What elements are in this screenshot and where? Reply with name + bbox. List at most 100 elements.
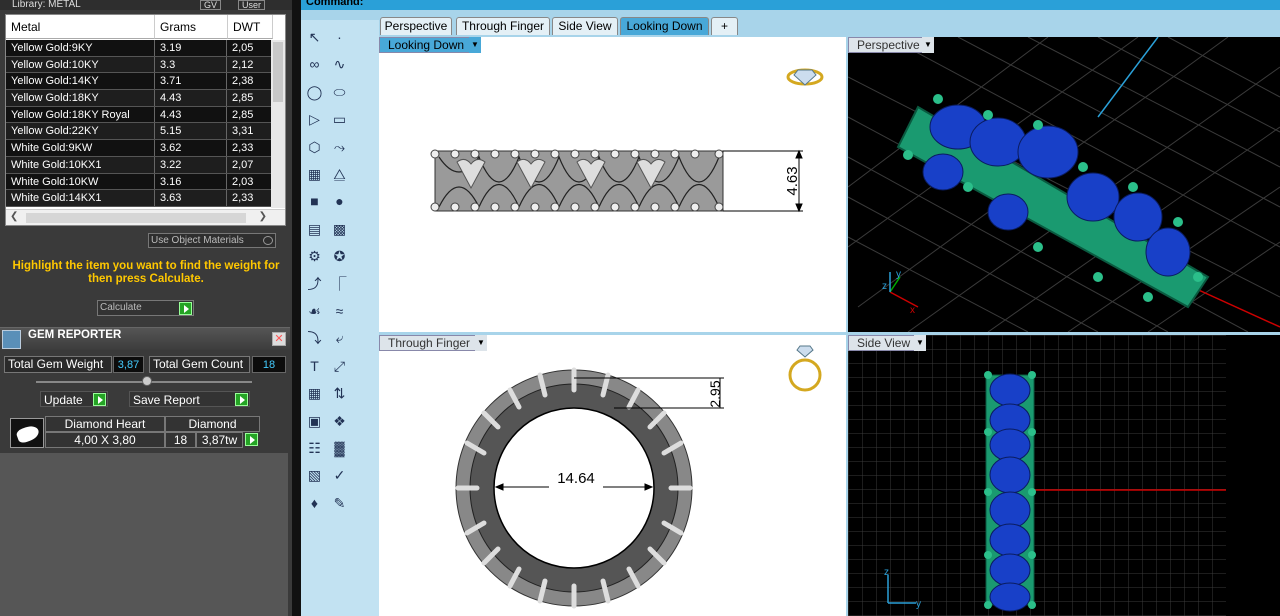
total-gem-weight-value: 3,87 xyxy=(113,356,144,373)
metal-table[interactable]: Metal Grams DWT Yellow Gold:9KY 3.19 2,05 Y… xyxy=(5,14,286,226)
play-icon[interactable] xyxy=(235,393,248,406)
network-icon[interactable]: ≈ xyxy=(329,301,350,322)
viewport-menu-icon[interactable]: ▼ xyxy=(469,37,481,53)
viewport-looking-down[interactable]: Looking Down ▼ 4.63 xyxy=(379,37,846,332)
pointer-icon[interactable]: ↖ xyxy=(304,27,325,48)
explode-icon[interactable]: ✪ xyxy=(329,246,350,267)
use-object-materials-toggle[interactable]: Use Object Materials xyxy=(148,233,276,248)
save-report-button[interactable]: Save Report xyxy=(129,391,250,407)
flip-icon[interactable]: ⇅ xyxy=(329,383,350,404)
add-tab-icon[interactable]: + xyxy=(711,17,738,35)
table-row[interactable]: Yellow Gold:9KY 3.19 2,05 xyxy=(6,40,272,57)
scale-icon[interactable]: ⤢ xyxy=(329,356,350,377)
viewport-menu-icon[interactable]: ▼ xyxy=(475,335,487,351)
h-scroll-thumb[interactable] xyxy=(26,213,246,223)
prong-icon[interactable]: ❖ xyxy=(329,411,350,432)
library-select-gv[interactable]: GV xyxy=(200,0,222,10)
metal-cell: Yellow Gold:18KY xyxy=(11,92,99,105)
group-icon[interactable]: ☙ xyxy=(304,301,325,322)
play-icon[interactable] xyxy=(245,433,258,446)
surface-icon[interactable]: ▦ xyxy=(304,164,325,185)
tab-looking-down[interactable]: Looking Down xyxy=(620,17,709,35)
sphere-icon[interactable]: ● xyxy=(329,191,350,212)
tab-side-view[interactable]: Side View xyxy=(552,17,618,35)
arc-icon[interactable]: ▷ xyxy=(304,109,325,130)
ring-preview-icon xyxy=(786,68,824,86)
text-icon[interactable]: T xyxy=(304,356,325,377)
viewport-menu-icon[interactable]: ▼ xyxy=(914,335,926,351)
svg-text:y: y xyxy=(896,269,901,280)
viewport-label-looking-down[interactable]: Looking Down xyxy=(379,37,474,53)
viewport-menu-icon[interactable]: ▼ xyxy=(922,37,934,53)
tab-through-finger[interactable]: Through Finger xyxy=(456,17,550,35)
viewport-perspective[interactable]: Perspective ▼ y z x xyxy=(848,37,1280,332)
table-row[interactable]: White Gold:14KX1 3.63 2,33 xyxy=(6,190,272,207)
array-icon[interactable]: ▦ xyxy=(304,383,325,404)
layer-icon[interactable]: ▧ xyxy=(304,465,325,486)
twist-icon[interactable]: ⤶ xyxy=(329,328,350,349)
table-row[interactable]: White Gold:9KW 3.62 2,33 xyxy=(6,140,272,157)
check-icon[interactable]: ✓ xyxy=(329,465,350,486)
loft-icon[interactable]: ⧋ xyxy=(329,164,350,185)
command-bar[interactable]: Command: xyxy=(301,0,1280,10)
fillet-icon[interactable]: ⤳ xyxy=(329,137,350,158)
scroll-thumb[interactable] xyxy=(273,42,283,102)
viewport-label-through-finger[interactable]: Through Finger xyxy=(379,335,480,351)
viewport-through-finger[interactable]: Through Finger ▼ 14.64 2.95 xyxy=(379,335,846,616)
table-row[interactable]: Yellow Gold:18KY Royal 4.43 2,85 xyxy=(6,106,272,124)
solid-icon[interactable]: ▣ xyxy=(304,411,325,432)
move-icon[interactable]: ⤴ xyxy=(304,274,325,295)
horizontal-scrollbar[interactable]: ❮ ❯ xyxy=(6,209,285,225)
left-panel: Library: METAL GV User Metal Grams DWT Y… xyxy=(0,0,292,616)
table-row[interactable]: White Gold:10KX1 3.22 2,07 xyxy=(6,156,272,174)
circle-icon[interactable]: ◯ xyxy=(304,82,325,103)
grams-cell: 4.43 xyxy=(154,90,226,106)
rock-icon[interactable]: ♦ xyxy=(304,493,325,514)
plane-icon[interactable]: ▩ xyxy=(329,219,350,240)
grid-icon[interactable]: ☷ xyxy=(304,438,325,459)
table-row[interactable]: White Gold:10KW 3.16 2,03 xyxy=(6,173,272,191)
gear-icon[interactable]: ⚙ xyxy=(304,246,325,267)
update-button[interactable]: Update xyxy=(40,391,108,407)
table-row[interactable]: Yellow Gold:22KY 5.15 3,31 xyxy=(6,123,272,141)
polygon-icon[interactable]: ⬡ xyxy=(304,137,325,158)
point-icon[interactable]: · xyxy=(329,27,350,48)
perspective-grid xyxy=(848,37,1280,332)
close-icon[interactable]: ✕ xyxy=(272,332,286,346)
box-icon[interactable]: ■ xyxy=(304,191,325,212)
svg-text:z: z xyxy=(884,567,889,578)
curve-icon[interactable]: ∿ xyxy=(329,54,350,75)
polyline-icon[interactable]: ∞ xyxy=(304,54,325,75)
table-row[interactable]: Yellow Gold:14KY 3.71 2,38 xyxy=(6,73,272,91)
scroll-left-icon[interactable]: ❮ xyxy=(10,211,18,222)
library-select-user[interactable]: User xyxy=(238,0,266,10)
column-header-metal[interactable]: Metal xyxy=(6,15,155,39)
slider-knob[interactable] xyxy=(142,376,152,386)
vertical-scrollbar[interactable] xyxy=(271,40,285,208)
viewport-label-side-view[interactable]: Side View xyxy=(848,335,920,351)
calculate-button[interactable]: Calculate xyxy=(97,300,194,316)
column-header-dwt[interactable]: DWT xyxy=(228,15,273,39)
align-icon[interactable]: ⎾ xyxy=(329,274,350,295)
scroll-right-icon[interactable]: ❯ xyxy=(259,211,267,222)
bend-icon[interactable]: ⤵ xyxy=(304,328,325,349)
gem-list-row[interactable]: Diamond Heart Diamond 4,00 X 3,80 18 3,8… xyxy=(8,414,260,450)
cylinder-icon[interactable]: ▤ xyxy=(304,219,325,240)
play-icon[interactable] xyxy=(93,393,106,406)
viewport-side-view[interactable]: Side View ▼ z y xyxy=(848,335,1280,616)
paint-icon[interactable]: ✎ xyxy=(329,493,350,514)
tab-perspective[interactable]: Perspective xyxy=(380,17,452,35)
rectangle-icon[interactable]: ▭ xyxy=(329,109,350,130)
table-row[interactable]: Yellow Gold:10KY 3.3 2,12 xyxy=(6,56,272,74)
panel-splitter[interactable] xyxy=(292,0,301,616)
metal-cell: Yellow Gold:22KY xyxy=(11,125,99,138)
toggle-circle-icon[interactable] xyxy=(263,236,273,245)
play-icon[interactable] xyxy=(179,302,192,315)
gauge-icon[interactable]: ▓ xyxy=(329,438,350,459)
ellipse-icon[interactable]: ⬭ xyxy=(329,82,350,103)
table-row[interactable]: Yellow Gold:18KY 4.43 2,85 xyxy=(6,90,272,107)
dwt-cell: 3,31 xyxy=(226,123,272,140)
column-header-grams[interactable]: Grams xyxy=(155,15,228,39)
dimension-diameter-label: 14.64 xyxy=(549,470,603,488)
viewport-label-perspective[interactable]: Perspective xyxy=(848,37,929,53)
